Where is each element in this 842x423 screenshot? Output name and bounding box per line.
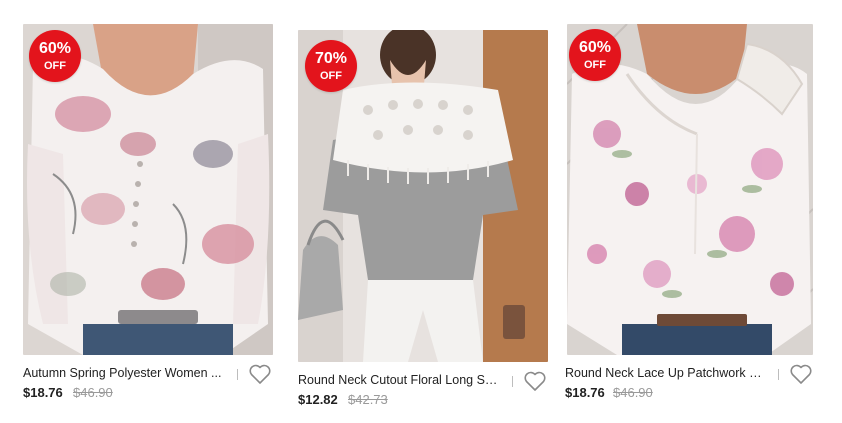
divider xyxy=(237,369,238,380)
product-card-3[interactable]: 60% OFF Round Neck Lace Up Patchwork L..… xyxy=(565,24,817,404)
divider xyxy=(778,369,779,380)
product-title[interactable]: Autumn Spring Polyester Women ... xyxy=(23,365,223,381)
discount-badge: 60% OFF xyxy=(29,30,81,82)
divider xyxy=(512,376,513,387)
product-price: $12.82 xyxy=(298,392,338,407)
discount-off-label: OFF xyxy=(320,70,342,82)
product-title[interactable]: Round Neck Lace Up Patchwork L... xyxy=(565,365,765,381)
discount-percent: 60% xyxy=(38,40,72,57)
discount-off-label: OFF xyxy=(44,60,66,72)
wishlist-heart-icon[interactable] xyxy=(523,370,547,392)
wishlist-heart-icon[interactable] xyxy=(248,363,272,385)
product-card-1[interactable]: 60% OFF Autumn Spring Polyester Women ..… xyxy=(23,24,275,404)
original-price: $46.90 xyxy=(613,385,653,400)
product-price: $18.76 xyxy=(565,385,605,400)
product-card-2[interactable]: 70% OFF Round Neck Cutout Floral Long Sl… xyxy=(298,30,550,410)
discount-percent: 60% xyxy=(578,39,612,56)
product-price: $18.76 xyxy=(23,385,63,400)
wishlist-heart-icon[interactable] xyxy=(789,363,813,385)
discount-badge: 70% OFF xyxy=(305,40,357,92)
discount-badge: 60% OFF xyxy=(569,29,621,81)
product-title[interactable]: Round Neck Cutout Floral Long Sl... xyxy=(298,372,498,388)
original-price: $42.73 xyxy=(348,392,388,407)
discount-off-label: OFF xyxy=(584,59,606,71)
original-price: $46.90 xyxy=(73,385,113,400)
discount-percent: 70% xyxy=(314,50,348,67)
